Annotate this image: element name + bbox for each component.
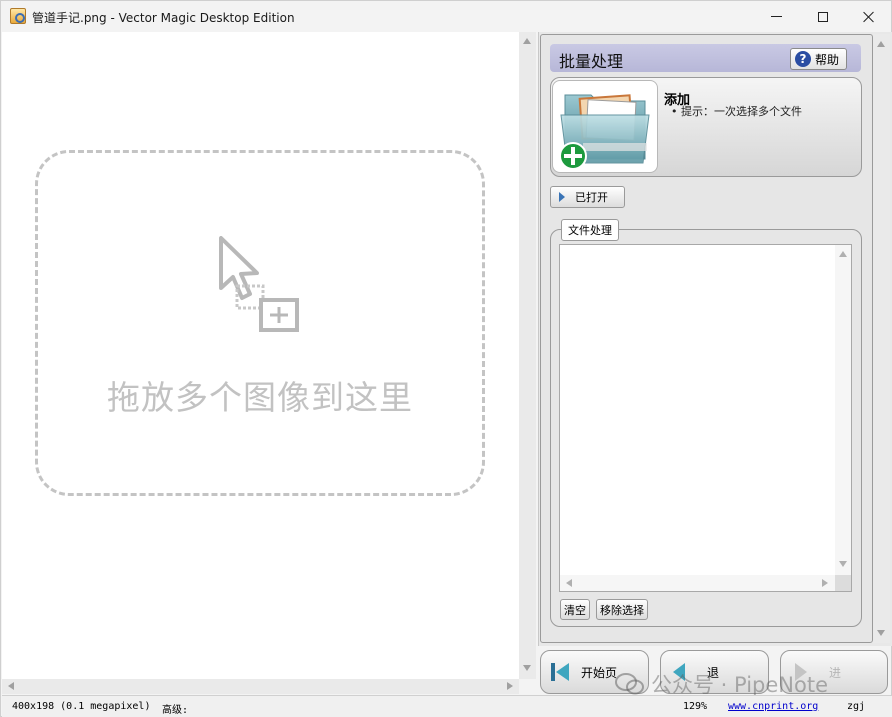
canvas-vertical-scrollbar[interactable] (519, 32, 536, 679)
expand-arrow-icon (559, 192, 565, 202)
scrollbar-corner (835, 575, 851, 591)
help-button[interactable]: ? 帮助 (790, 48, 847, 70)
scroll-right-icon[interactable] (507, 682, 513, 690)
folder-add-icon (559, 94, 650, 170)
start-page-icon (551, 663, 569, 681)
file-list-horizontal-scrollbar[interactable] (560, 575, 835, 591)
scroll-right-icon[interactable] (822, 579, 828, 587)
minimize-icon (770, 16, 782, 17)
scroll-left-icon[interactable] (8, 682, 14, 690)
scroll-up-icon[interactable] (839, 251, 847, 257)
file-list-vertical-scrollbar[interactable] (835, 245, 851, 575)
question-icon: ? (795, 51, 811, 67)
image-dimensions: 400x198 (0.1 megapixel) (12, 701, 151, 712)
vector-magic-icon (10, 8, 26, 24)
wechat-icon (615, 673, 644, 695)
batch-title: 批量处理 (559, 52, 624, 71)
website-link[interactable]: www.cnprint.org (728, 701, 818, 712)
help-button-label: 帮助 (815, 52, 840, 67)
add-files-button[interactable] (552, 80, 658, 173)
file-list[interactable] (559, 244, 852, 592)
scroll-down-icon[interactable] (877, 630, 885, 636)
clear-button[interactable]: 清空 (560, 599, 590, 620)
close-icon (863, 11, 875, 23)
advanced-label: 高级: (162, 705, 189, 716)
minimize-button[interactable] (753, 1, 799, 32)
status-bar: 400x198 (0.1 megapixel) 高级: 129% www.cnp… (2, 695, 892, 717)
drop-hint-text: 拖放多个图像到这里 (107, 378, 413, 417)
title-bar: 管道手记.png - Vector Magic Desktop Edition (1, 1, 891, 32)
scroll-left-icon[interactable] (566, 579, 572, 587)
opened-toggle-button[interactable]: 已打开 (550, 186, 625, 208)
zoom-level: 129% (683, 701, 708, 712)
panel-vertical-scrollbar[interactable] (873, 34, 890, 643)
scroll-up-icon[interactable] (877, 41, 885, 47)
scroll-up-icon[interactable] (523, 38, 531, 44)
user-name: zgj (847, 701, 866, 712)
window-title: 管道手记.png - Vector Magic Desktop Edition (32, 11, 295, 25)
start-page-label: 开始页 (581, 665, 618, 680)
close-button[interactable] (846, 1, 892, 32)
scroll-down-icon[interactable] (523, 665, 531, 671)
add-hint: • 提示：一次选择多个文件 (671, 105, 802, 118)
opened-label: 已打开 (575, 191, 608, 204)
maximize-button[interactable] (800, 1, 846, 32)
maximize-icon (818, 11, 828, 22)
file-processing-label: 文件处理 (561, 219, 619, 241)
remove-selection-button[interactable]: 移除选择 (596, 599, 648, 620)
next-label: 进 (829, 665, 842, 680)
app-window: 管道手记.png - Vector Magic Desktop Edition … (0, 0, 892, 717)
canvas-horizontal-scrollbar[interactable] (2, 679, 519, 694)
cursor-drop-icon (219, 236, 299, 332)
scroll-down-icon[interactable] (839, 561, 847, 567)
